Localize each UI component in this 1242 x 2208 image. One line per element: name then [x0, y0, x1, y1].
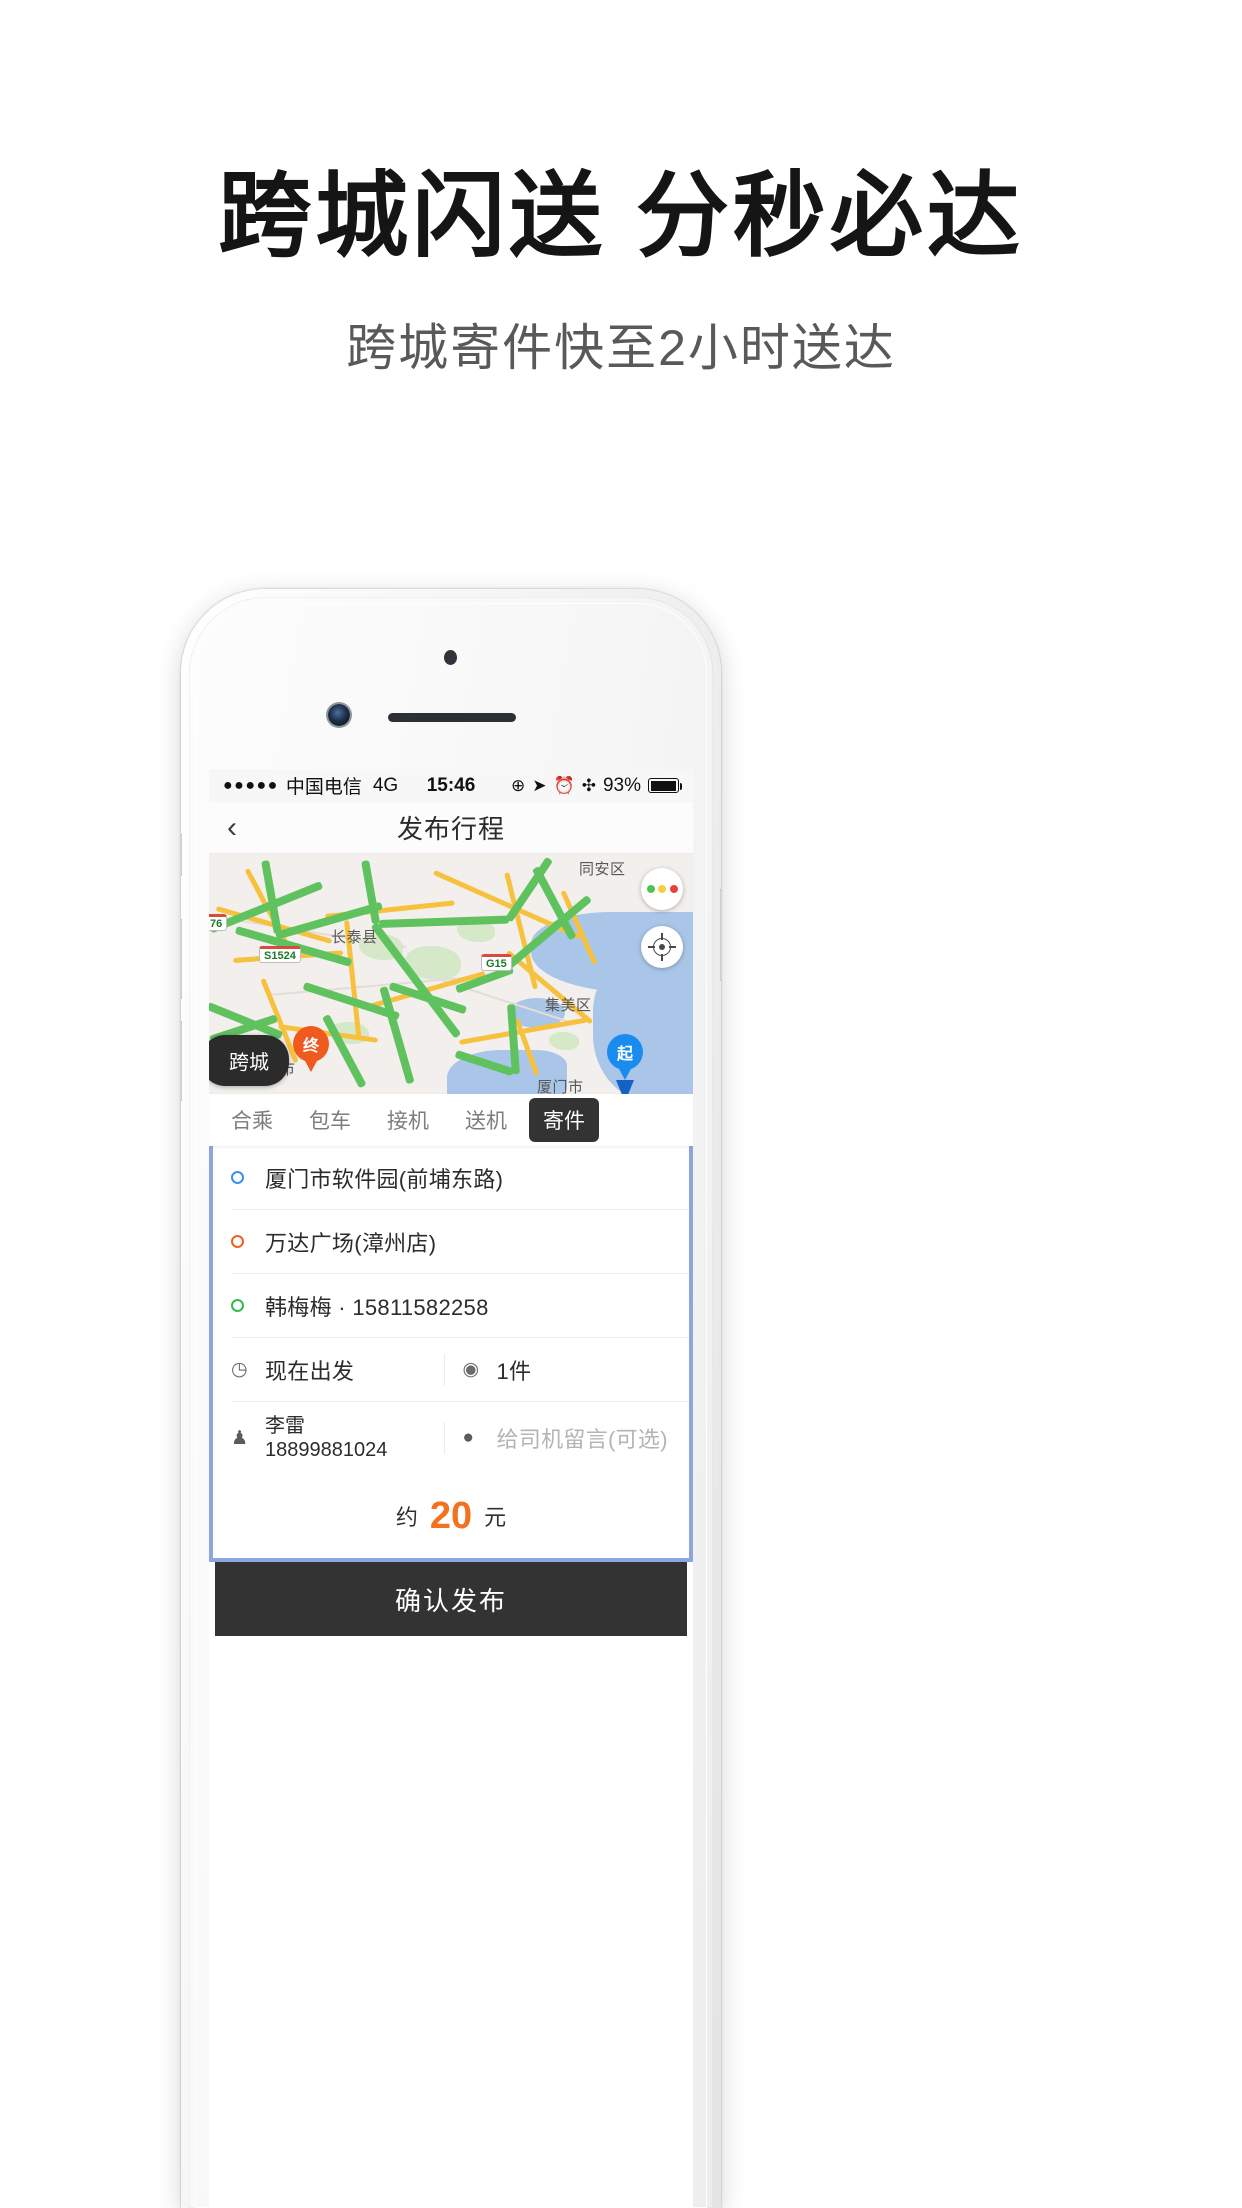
promo-title: 跨城闪送 分秒必达 — [218, 164, 1024, 268]
earpiece-speaker — [388, 713, 516, 722]
start-marker-label: 起 — [616, 1046, 633, 1063]
confirm-button-wrap: 确认发布 — [209, 1562, 693, 1636]
navigation-bar: ‹ 发布行程 — [209, 802, 693, 854]
service-tab-bar: 合乘 包车 接机 送机 寄件 — [209, 1094, 693, 1146]
sender-info: 李雷 18899881024 — [265, 1414, 387, 1463]
map-greenspace — [549, 1032, 579, 1050]
sender-field[interactable]: ♟ 李雷 18899881024 — [231, 1414, 444, 1463]
promo-header: 跨城闪送 分秒必达 跨城寄件快至2小时送达 — [0, 0, 1242, 380]
destination-dot-icon — [231, 1235, 265, 1248]
tab-jieji[interactable]: 接机 — [373, 1098, 443, 1142]
proximity-sensor-icon — [444, 650, 457, 665]
battery-percent-label: 93% — [602, 774, 641, 796]
route-shield: G15 — [481, 954, 512, 971]
route-shield: S1524 — [259, 946, 301, 963]
battery-icon — [648, 778, 682, 793]
crosshair-icon — [648, 933, 676, 961]
tab-jijian[interactable]: 寄件 — [529, 1098, 599, 1142]
sender-and-note-row: ♟ 李雷 18899881024 ● 给司机留言(可选) — [231, 1402, 689, 1474]
confirm-publish-button[interactable]: 确认发布 — [215, 1562, 687, 1636]
time-and-count-row: ◷ 现在出发 ◉ 1件 — [231, 1338, 689, 1402]
item-count-field[interactable]: ◉ 1件 — [443, 1353, 676, 1386]
cross-city-badge[interactable]: 跨城 — [209, 1035, 289, 1086]
clock-icon: ◷ — [231, 1359, 248, 1380]
status-bar-right: ⊕ ➤ ⏰ ✣ 93% — [511, 774, 682, 797]
traffic-light-icon — [646, 885, 678, 893]
receiver-value: 韩梅梅 · 15811582258 — [265, 1294, 489, 1320]
depart-time-value: 现在出发 — [265, 1358, 355, 1384]
destination-row[interactable]: 万达广场(漳州店) — [231, 1210, 689, 1274]
receiver-row[interactable]: 韩梅梅 · 15811582258 — [231, 1274, 689, 1338]
price-bar: 约 20 元 — [209, 1474, 693, 1562]
price-amount: 20 — [429, 1494, 473, 1537]
order-form-card: 厦门市软件园(前埔东路) 万达广场(漳州店) 韩梅梅 · 15811582258… — [213, 1146, 689, 1474]
alarm-clock-icon: ⏰ — [553, 776, 575, 795]
power-button[interactable] — [720, 889, 721, 981]
map-label-tongan: 同安区 — [579, 861, 626, 878]
map-view[interactable]: 76 S1524 G15 同安区 长泰县 集美区 漳州市 厦门市 终 起 — [209, 854, 693, 1094]
tab-hecheng[interactable]: 合乘 — [217, 1098, 287, 1142]
promo-subtitle: 跨城寄件快至2小时送达 — [346, 319, 896, 376]
mute-switch[interactable] — [181, 834, 182, 876]
tab-songji[interactable]: 送机 — [451, 1098, 521, 1142]
tab-baoche[interactable]: 包车 — [295, 1098, 365, 1142]
origin-value: 厦门市软件园(前埔东路) — [265, 1166, 504, 1192]
end-marker[interactable]: 终 — [293, 1026, 329, 1072]
traffic-toggle-button[interactable] — [641, 868, 683, 910]
start-marker[interactable]: 起 — [607, 1034, 643, 1080]
status-bar: ●●●●● 中国电信 4G 15:46 ⊕ ➤ ⏰ ✣ 93% — [209, 769, 693, 802]
map-label-changtai: 长泰县 — [331, 929, 378, 946]
depart-time-field[interactable]: ◷ 现在出发 — [231, 1354, 444, 1386]
rotation-lock-icon: ⊕ — [511, 776, 526, 795]
locate-button[interactable] — [641, 926, 683, 968]
price-prefix: 约 — [395, 1505, 418, 1530]
receiver-dot-icon — [231, 1299, 265, 1312]
location-arrow-icon: ➤ — [532, 776, 547, 795]
bluetooth-icon: ✣ — [581, 776, 596, 795]
person-icon: ♟ — [231, 1427, 249, 1449]
end-marker-label: 终 — [302, 1038, 319, 1055]
back-chevron-icon[interactable]: ‹ — [227, 812, 237, 843]
map-water — [593, 954, 693, 1094]
page-title: 发布行程 — [396, 814, 505, 844]
package-weight-icon: ◉ — [462, 1359, 480, 1380]
sender-name: 李雷 — [265, 1414, 305, 1437]
volume-down-button[interactable] — [181, 1021, 182, 1101]
driver-note-field[interactable]: ● 给司机留言(可选) — [443, 1422, 676, 1454]
driver-note-placeholder: 给司机留言(可选) — [496, 1427, 668, 1452]
start-marker-pin-tail — [616, 1080, 634, 1094]
route-shield: 76 — [209, 914, 228, 931]
origin-dot-icon — [231, 1171, 265, 1184]
phone-screen: ●●●●● 中国电信 4G 15:46 ⊕ ➤ ⏰ ✣ 93% ‹ 发布行程 7… — [209, 769, 693, 2208]
map-label-xiamen: 厦门市 — [537, 1079, 584, 1094]
phone-mockup: ●●●●● 中国电信 4G 15:46 ⊕ ➤ ⏰ ✣ 93% ‹ 发布行程 7… — [181, 589, 721, 2208]
destination-value: 万达广场(漳州店) — [265, 1230, 437, 1256]
sender-phone: 18899881024 — [265, 1439, 388, 1461]
origin-row[interactable]: 厦门市软件园(前埔东路) — [231, 1146, 689, 1210]
item-count-value: 1件 — [496, 1358, 532, 1384]
volume-up-button[interactable] — [181, 919, 182, 999]
front-camera-icon — [328, 704, 350, 726]
map-label-jimei: 集美区 — [545, 997, 592, 1014]
price-unit: 元 — [484, 1505, 507, 1530]
order-form-panel: 厦门市软件园(前埔东路) 万达广场(漳州店) 韩梅梅 · 15811582258… — [209, 1146, 693, 1474]
message-bubble-icon: ● — [462, 1427, 474, 1448]
